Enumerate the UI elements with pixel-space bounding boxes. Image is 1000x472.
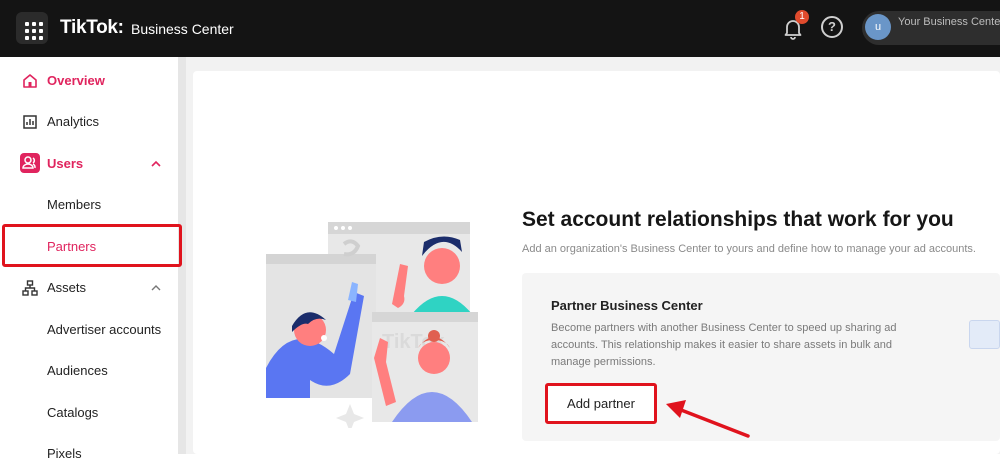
chart-icon: [23, 115, 37, 129]
tiktok-logo[interactable]: TikTok:: [60, 17, 124, 39]
avatar[interactable]: u: [865, 14, 891, 40]
sidebar-item-label: Audiences: [47, 363, 108, 378]
sidebar-item-catalogs[interactable]: Catalogs: [0, 395, 178, 431]
users-icon: [20, 153, 40, 173]
assets-icon: [22, 280, 38, 296]
partner-card-image: [969, 320, 1000, 349]
partners-illustration: TikTok: [266, 222, 478, 428]
sidebar-item-label: Users: [47, 156, 84, 171]
sidebar-item-analytics[interactable]: Analytics: [0, 104, 178, 140]
red-arrow-annotation: [666, 400, 750, 438]
page-title: Set account relationships that work for …: [522, 208, 954, 231]
sidebar-item-label: Members: [47, 197, 102, 212]
partner-card-description: Become partners with another Business Ce…: [551, 322, 897, 368]
sidebar-item-label: Analytics: [47, 114, 100, 129]
home-icon: [23, 74, 37, 88]
sidebar-item-advertiser-accounts[interactable]: Advertiser accounts: [0, 312, 178, 348]
partner-card-title: Partner Business Center: [551, 298, 703, 313]
page-subtitle: Add an organization's Business Center to…: [522, 243, 976, 255]
sidebar-item-label: Assets: [47, 280, 87, 295]
chevron-up-icon[interactable]: [150, 282, 162, 294]
chevron-up-icon[interactable]: [150, 158, 162, 170]
sidebar-item-label: Catalogs: [47, 405, 99, 420]
sidebar-item-pixels[interactable]: Pixels: [0, 436, 178, 472]
sidebar-item-members[interactable]: Members: [0, 187, 178, 223]
help-icon[interactable]: ?: [821, 16, 843, 38]
notification-badge: 1: [795, 10, 809, 24]
business-center-label: Business Center: [131, 21, 234, 37]
sidebar-item-audiences[interactable]: Audiences: [0, 353, 178, 389]
partners-highlight-box: [2, 224, 182, 267]
add-partner-button[interactable]: Add partner: [545, 383, 657, 424]
apps-menu-icon[interactable]: [16, 12, 48, 44]
account-name[interactable]: Your Business Center: [898, 16, 1000, 28]
sidebar-item-label: Advertiser accounts: [47, 322, 162, 337]
sidebar-item-label: Overview: [47, 73, 105, 88]
sidebar-item-overview[interactable]: Overview: [0, 63, 178, 99]
sidebar-item-assets[interactable]: Assets: [0, 270, 178, 306]
sidebar-item-users[interactable]: Users: [0, 146, 178, 182]
